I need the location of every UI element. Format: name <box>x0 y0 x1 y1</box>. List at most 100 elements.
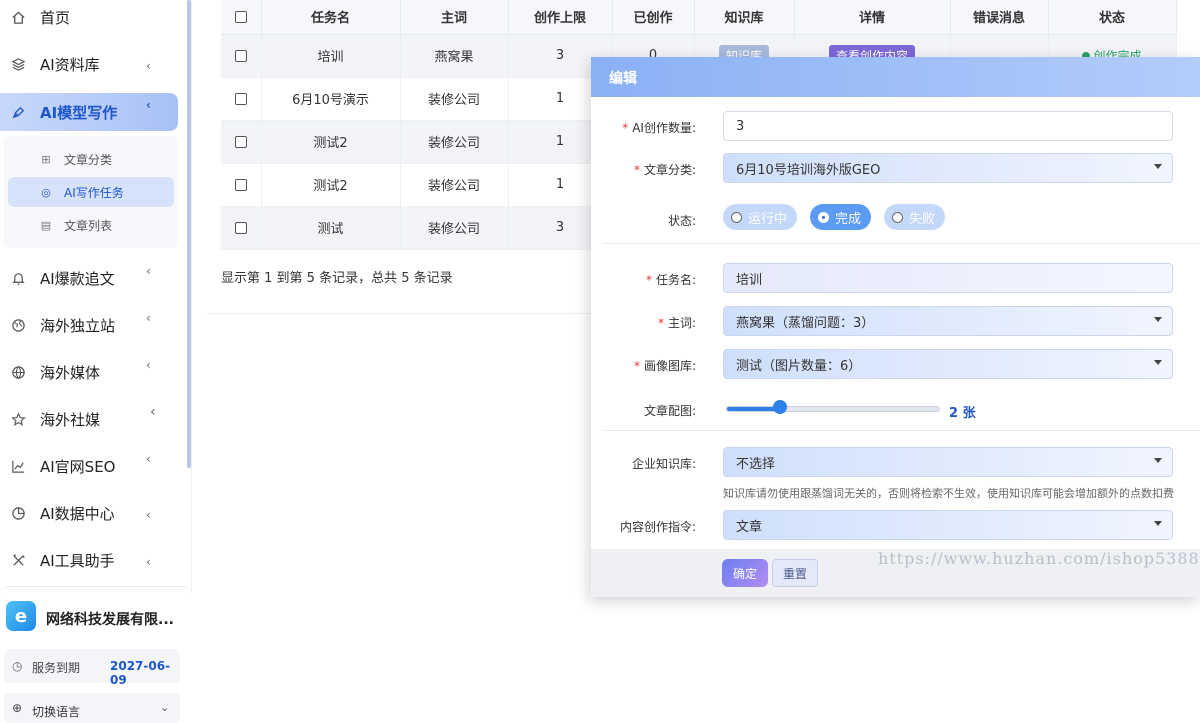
instruction-value: 文章 <box>736 519 763 535</box>
column-header[interactable]: 错误消息 <box>950 0 1049 35</box>
watermark-text: https://www.huzhan.com/ishop53885 <box>878 549 1200 568</box>
status-radio-failed[interactable]: 失败 <box>884 204 946 230</box>
sidebar-item-label: AI数据中心 <box>40 504 115 523</box>
column-header[interactable]: 任务名 <box>261 0 401 35</box>
star-icon <box>10 411 26 427</box>
form-row-task-name: * 任务名: 培训 <box>591 263 1200 295</box>
row-checkbox[interactable] <box>234 221 247 234</box>
task-name-label: * 任务名: <box>645 273 696 287</box>
category-select[interactable]: 6月10号培训海外版GEO <box>723 153 1173 183</box>
column-header[interactable]: 状态 <box>1048 0 1177 35</box>
radio-circle-icon <box>892 211 903 223</box>
row-select-cell <box>221 34 262 78</box>
task-name-cell: 测试 <box>261 206 401 250</box>
column-header[interactable]: 主词 <box>400 0 509 35</box>
sidebar-item-ai-seo[interactable]: AI官网SEO ‹ <box>0 447 180 485</box>
column-header[interactable]: 知识库 <box>694 0 795 35</box>
radio-circle-icon <box>818 211 829 223</box>
sidebar-item-label: 首页 <box>40 8 71 27</box>
slider-thumb[interactable] <box>772 400 787 414</box>
layers-icon <box>10 56 26 72</box>
gallery-label: * 画像图库: <box>633 359 696 373</box>
world-icon <box>10 364 26 380</box>
category-label: * 文章分类: <box>633 163 696 177</box>
caret-down-icon <box>1154 458 1162 463</box>
task-name-cell: 测试2 <box>261 163 401 207</box>
ai-count-input[interactable]: 3 <box>723 111 1173 141</box>
form-row-ai-count: * AI创作数量: 3 <box>591 111 1200 143</box>
company-panel: e 网络科技发展有限... ◷ 服务到期 2027-06-09 ⊕ 切换语言 ⌄ <box>0 586 192 723</box>
sidebar-item-ai-data-center[interactable]: AI数据中心 ‹ <box>0 494 180 532</box>
select-all-checkbox[interactable] <box>234 10 247 23</box>
images-slider[interactable] <box>726 406 940 412</box>
form-divider <box>603 243 1200 244</box>
status-label: 状态: <box>667 214 696 228</box>
sidebar-item-ai-library[interactable]: AI资料库 ‹ <box>0 45 180 83</box>
task-name-cell: 测试2 <box>261 120 401 164</box>
row-select-cell <box>221 206 262 250</box>
column-header[interactable]: 详情 <box>794 0 951 35</box>
radio-circle-icon <box>731 211 742 223</box>
row-checkbox[interactable] <box>234 92 247 105</box>
column-header[interactable]: 创作上限 <box>508 0 613 35</box>
form-row-kb: 企业知识库: 不选择 <box>591 447 1200 479</box>
language-switcher[interactable]: ⊕ 切换语言 ⌄ <box>4 693 180 723</box>
radio-label: 失败 <box>909 211 936 227</box>
row-select-cell <box>221 163 262 207</box>
ai-count-label: * AI创作数量: <box>622 121 696 135</box>
form-row-instruction: 内容创作指令: 文章 <box>591 510 1200 542</box>
sidebar-item-label: 海外媒体 <box>40 363 101 382</box>
row-checkbox[interactable] <box>234 135 247 148</box>
keyword-cell: 装修公司 <box>400 77 509 121</box>
form-row-images: 文章配图: 2 张 <box>591 394 1200 426</box>
sidebar-scrollbar[interactable] <box>187 0 191 468</box>
globe-icon: ⊕ <box>12 701 23 715</box>
company-name: 网络科技发展有限... <box>46 612 174 628</box>
column-header[interactable]: 已创作 <box>612 0 695 35</box>
form-row-gallery: * 画像图库: 测试（图片数量：6） <box>591 349 1200 381</box>
sidebar-item-ai-trending[interactable]: AI爆款追文 ‹ <box>0 259 180 297</box>
gallery-select[interactable]: 测试（图片数量：6） <box>723 349 1173 379</box>
keyword-cell: 燕窝果 <box>400 34 509 78</box>
sidebar: 首页 AI资料库 ‹ AI模型写作 ‹ ⊞ 文章分类 ◎ AI写作任务 ▤ 文章… <box>0 0 192 723</box>
keyword-select[interactable]: 燕窝果（蒸馏问题：3） <box>723 306 1173 336</box>
reset-button[interactable]: 重置 <box>772 559 818 587</box>
language-label: 切换语言 <box>32 705 81 719</box>
form-row-keyword: * 主词: 燕窝果（蒸馏问题：3） <box>591 306 1200 338</box>
sidebar-item-ai-tools[interactable]: AI工具助手 ‹ <box>0 541 180 579</box>
submenu-item-article-list[interactable]: ▤ 文章列表 <box>8 210 174 240</box>
company-logo: e <box>6 601 36 631</box>
status-radio-running[interactable]: 运行中 <box>723 204 798 230</box>
sidebar-item-home[interactable]: 首页 <box>0 0 180 36</box>
tools-icon <box>10 552 26 568</box>
chevron-left-icon: ‹ <box>146 98 151 112</box>
keyword-label: * 主词: <box>657 316 696 330</box>
sidebar-item-overseas-media[interactable]: 海外媒体 ‹ <box>0 353 180 391</box>
radio-label: 运行中 <box>748 211 788 227</box>
sidebar-item-overseas-social[interactable]: 海外社媒 ‹ <box>0 400 180 438</box>
sidebar-item-label: 海外社媒 <box>40 410 101 429</box>
table-header-row: 任务名 主词 创作上限 已创作 知识库 详情 错误消息 状态 <box>221 0 1177 35</box>
sidebar-item-ai-writing[interactable]: AI模型写作 ‹ <box>0 93 178 131</box>
instruction-select[interactable]: 文章 <box>723 510 1173 540</box>
form-row-status: 状态: 运行中 完成 失败 <box>591 204 1200 236</box>
row-checkbox[interactable] <box>234 178 247 191</box>
select-all-cell <box>221 0 262 35</box>
home-icon <box>10 9 26 25</box>
row-checkbox[interactable] <box>234 49 247 62</box>
task-name-input[interactable]: 培训 <box>723 263 1173 293</box>
modal-title: 编辑 <box>609 71 637 87</box>
confirm-button[interactable]: 确定 <box>722 559 768 587</box>
submenu-item-ai-writing-task[interactable]: ◎ AI写作任务 <box>8 177 174 207</box>
kb-select[interactable]: 不选择 <box>723 447 1173 477</box>
submenu-item-article-category[interactable]: ⊞ 文章分类 <box>8 144 174 174</box>
submenu-item-label: 文章列表 <box>64 218 113 233</box>
sidebar-item-label: AI模型写作 <box>40 103 118 122</box>
status-radio-done[interactable]: 完成 <box>810 204 872 230</box>
row-select-cell <box>221 77 262 121</box>
task-name-cell: 6月10号演示 <box>261 77 401 121</box>
task-name-cell: 培训 <box>261 34 401 78</box>
expiry-date: 2027-06-09 <box>110 659 171 687</box>
sidebar-item-overseas-site[interactable]: 海外独立站 ‹ <box>0 306 180 344</box>
kb-label: 企业知识库: <box>631 457 696 471</box>
